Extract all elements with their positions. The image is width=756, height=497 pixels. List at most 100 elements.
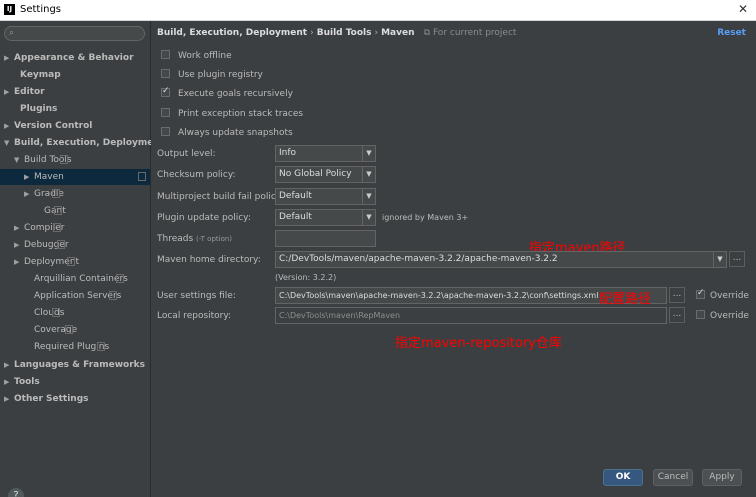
sidebar-item-gradle[interactable]: ▶ Gradle (24, 186, 64, 202)
sidebar-item-required-plugins[interactable]: Required Plugins (24, 339, 109, 355)
chevron-right-icon[interactable]: ▶ (4, 118, 14, 134)
breadcrumb-separator: › (310, 28, 314, 38)
project-scope-label: ⧉ For current project (423, 28, 517, 38)
chevron-right-icon[interactable]: ▶ (24, 169, 34, 185)
sidebar-item-version-control[interactable]: ▶ Version Control (4, 118, 92, 134)
checkbox-box (161, 127, 170, 136)
maven-home-browse-button[interactable]: ... (729, 251, 745, 267)
sidebar-item-label: Other Settings (14, 394, 89, 404)
user-settings-browse-button[interactable]: ... (669, 287, 685, 303)
chevron-right-icon[interactable]: ▶ (4, 374, 14, 390)
checkbox-label: Override (710, 311, 749, 321)
chevron-down-icon: ▼ (362, 167, 375, 182)
checkbox-box (696, 288, 705, 299)
sidebar-item-editor[interactable]: ▶ Editor (4, 84, 45, 100)
sidebar-item-compiler[interactable]: ▶ Compiler (14, 220, 65, 236)
checkbox-box (161, 50, 170, 59)
help-button[interactable]: ? (8, 488, 24, 497)
sidebar-item-label: Appearance & Behavior (14, 53, 134, 63)
project-scope-icon (51, 189, 60, 198)
checkbox-label: Execute goals recursively (178, 89, 293, 99)
threads-input[interactable] (275, 230, 376, 247)
breadcrumb-part: Build, Execution, Deployment (157, 28, 308, 38)
sidebar-item-gant[interactable]: Gant (34, 203, 66, 219)
sidebar-item-arquillian-containers[interactable]: Arquillian Containers (24, 271, 128, 287)
output-level-select[interactable]: Info ▼ (275, 145, 376, 162)
sidebar-item-languages-frameworks[interactable]: ▶ Languages & Frameworks (4, 357, 145, 373)
sidebar-item-plugins[interactable]: Plugins (10, 101, 57, 117)
use-plugin-registry-checkbox[interactable]: Use plugin registry (161, 69, 263, 80)
sidebar-item-label: Plugins (20, 104, 58, 114)
output-level-label: Output level: (157, 149, 216, 159)
chevron-right-icon[interactable]: ▶ (14, 254, 24, 270)
sidebar-item-label: Editor (14, 87, 45, 97)
chevron-right-icon[interactable]: ▶ (4, 357, 14, 373)
plugin-update-policy-select[interactable]: Default ▼ (275, 209, 376, 226)
maven-home-select[interactable]: C:/DevTools/maven/apache-maven-3.2.2/apa… (275, 251, 727, 268)
project-scope-icon (59, 155, 68, 164)
chevron-right-icon[interactable]: ▶ (4, 391, 14, 407)
chevron-down-icon: ▼ (362, 189, 375, 204)
sidebar-item-clouds[interactable]: Clouds (24, 305, 64, 321)
sidebar-item-other-settings[interactable]: ▶ Other Settings (4, 391, 89, 407)
settings-search-input[interactable]: ⌕ (4, 26, 145, 41)
chevron-right-icon[interactable]: ▶ (4, 84, 14, 100)
plugin-update-policy-label: Plugin update policy: (157, 213, 251, 223)
print-exception-stack-traces-checkbox[interactable]: Print exception stack traces (161, 108, 303, 119)
user-settings-label: User settings file: (157, 291, 236, 301)
sidebar-item-deployment[interactable]: ▶ Deployment (14, 254, 79, 270)
project-scope-icon (52, 223, 61, 232)
sidebar-item-build-execution-deployment[interactable]: ▼ Build, Execution, Deployment (4, 135, 164, 151)
local-repository-override-checkbox[interactable]: Override (696, 310, 749, 321)
checkbox-label: Always update snapshots (178, 128, 293, 138)
breadcrumb-separator: › (374, 28, 379, 38)
chevron-down-icon[interactable]: ▼ (14, 152, 24, 168)
close-icon[interactable]: ✕ (738, 2, 748, 16)
sidebar-item-label: Arquillian Containers (34, 274, 128, 284)
project-scope-icon (53, 206, 62, 215)
checksum-policy-select[interactable]: No Global Policy ▼ (275, 166, 376, 183)
user-settings-override-checkbox[interactable]: Override (696, 288, 749, 301)
chevron-down-icon: ▼ (362, 146, 375, 161)
chevron-right-icon[interactable]: ▶ (24, 186, 34, 202)
sidebar-item-keymap[interactable]: Keymap (10, 67, 61, 83)
checkbox-label: Work offline (178, 51, 232, 61)
annotation-config-path: 配置路径 (599, 292, 652, 307)
project-scope-icon (115, 274, 124, 283)
sidebar-item-tools[interactable]: ▶ Tools (4, 374, 40, 390)
chevron-right-icon[interactable]: ▶ (4, 50, 14, 66)
checksum-policy-label: Checksum policy: (157, 170, 236, 180)
sidebar-item-application-servers[interactable]: Application Servers (24, 288, 121, 304)
sidebar-item-label: Tools (14, 377, 40, 387)
project-scope-icon (67, 257, 76, 266)
work-offline-checkbox[interactable]: Work offline (161, 50, 232, 61)
project-scope-icon (65, 325, 74, 334)
sidebar-item-coverage[interactable]: Coverage (24, 322, 77, 338)
reset-link[interactable]: Reset (717, 28, 746, 38)
cancel-button[interactable]: Cancel (653, 469, 693, 486)
chevron-right-icon[interactable]: ▶ (14, 237, 24, 253)
search-icon: ⌕ (9, 28, 15, 38)
chevron-down-icon: ▼ (362, 210, 375, 225)
sidebar-item-label: Keymap (20, 70, 61, 80)
multiproject-fail-policy-select[interactable]: Default ▼ (275, 188, 376, 205)
chevron-right-icon[interactable]: ▶ (14, 220, 24, 236)
checkbox-label: Print exception stack traces (178, 109, 304, 119)
always-update-snapshots-checkbox[interactable]: Always update snapshots (161, 127, 293, 138)
execute-goals-recursively-checkbox[interactable]: Execute goals recursively (161, 86, 293, 99)
apply-button[interactable]: Apply (702, 469, 742, 486)
sidebar-item-label: Version Control (14, 121, 93, 131)
local-repository-input[interactable]: C:\DevTools\maven\RepMaven (275, 307, 667, 324)
sidebar-item-maven[interactable]: ▶ Maven (0, 169, 150, 185)
sidebar-item-debugger[interactable]: ▶ Debugger (14, 237, 69, 253)
breadcrumb-part: Build Tools (316, 28, 372, 38)
sidebar-item-build-tools[interactable]: ▼ Build Tools (14, 152, 72, 168)
sidebar-item-appearance-behavior[interactable]: ▶ Appearance & Behavior (4, 50, 134, 66)
ok-button[interactable]: OK (603, 469, 643, 486)
local-repository-browse-button[interactable]: ... (669, 307, 685, 323)
checkbox-label: Override (710, 291, 749, 301)
chevron-down-icon[interactable]: ▼ (4, 135, 14, 151)
annotation-repository: 指定maven-repository仓库 (395, 336, 562, 351)
local-repository-label: Local repository: (157, 311, 232, 321)
intellij-app-icon: IJ (4, 4, 15, 15)
